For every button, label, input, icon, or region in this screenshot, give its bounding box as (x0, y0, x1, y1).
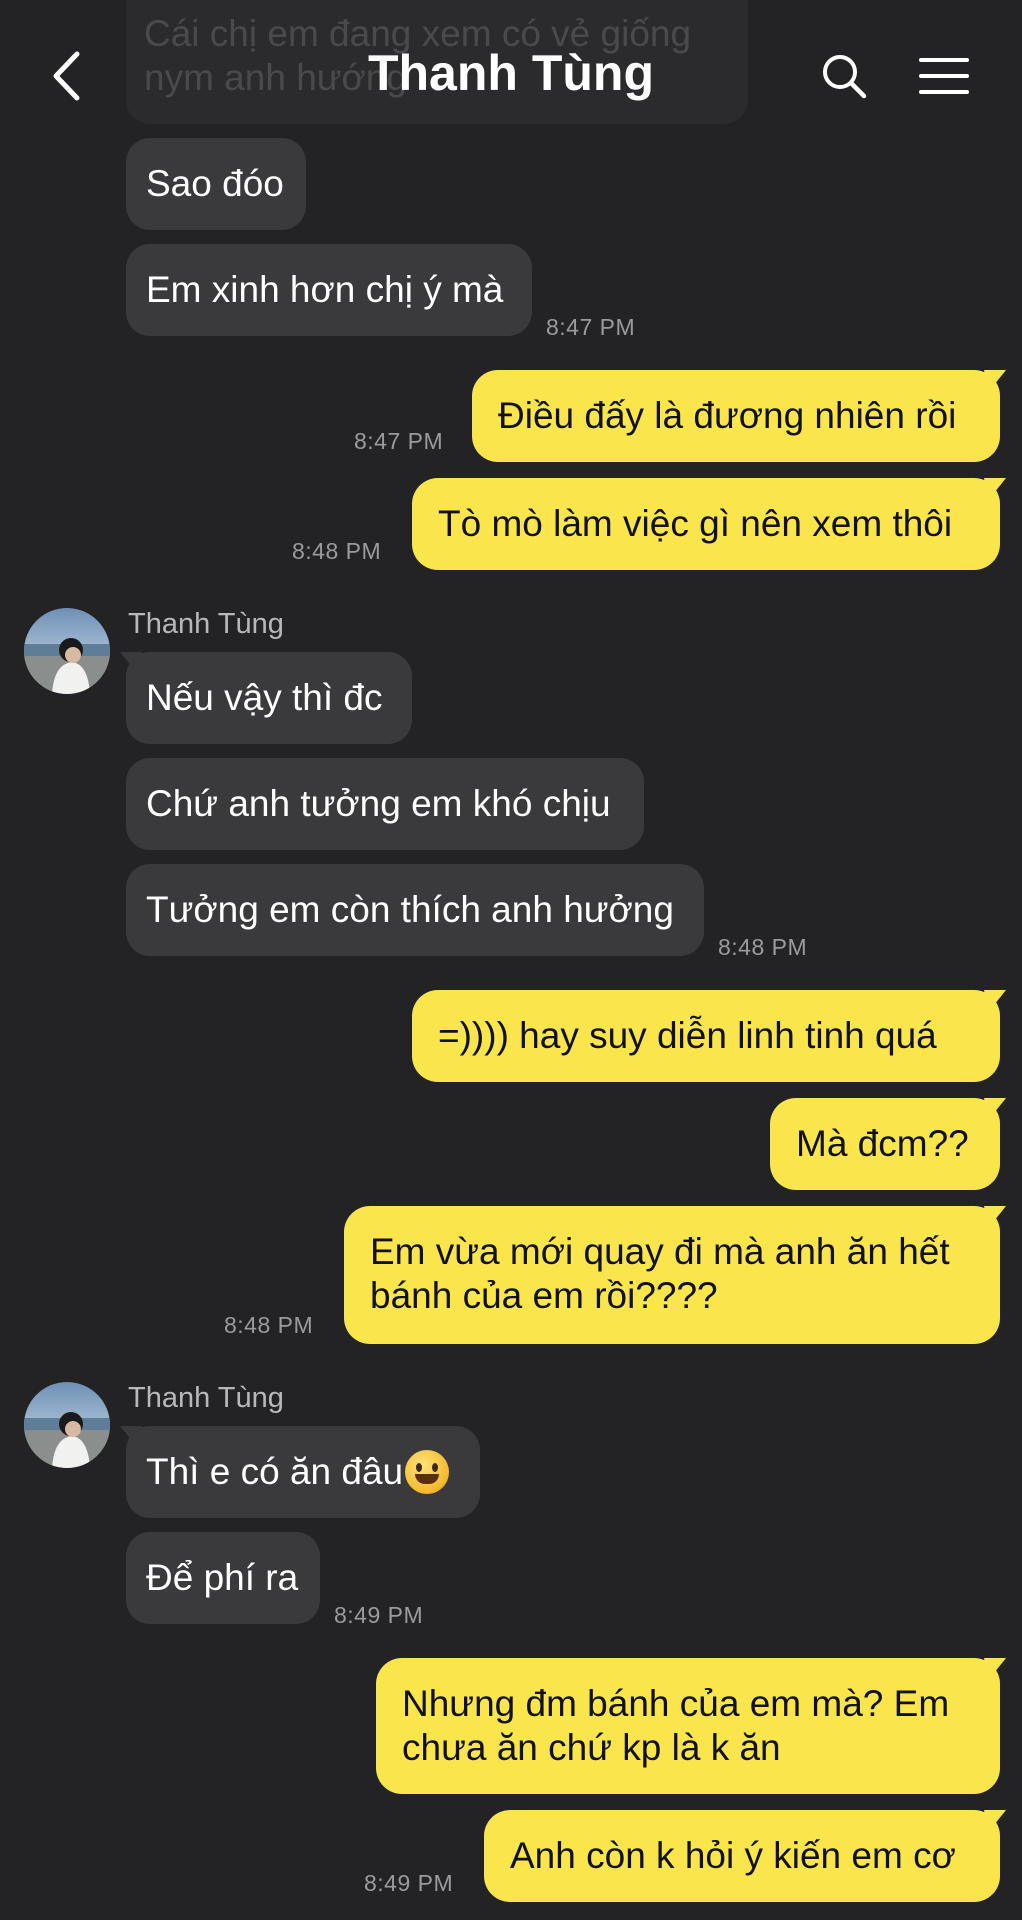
search-icon (823, 55, 867, 99)
message-text: Chứ anh tưởng em khó chịu (146, 783, 611, 824)
search-button[interactable] (816, 48, 872, 104)
message-bubble-incoming[interactable]: Chứ anh tưởng em khó chịu (126, 758, 644, 850)
message-timestamp: 8:47 PM (354, 428, 444, 454)
message-bubble-incoming[interactable]: Sao đóo (126, 138, 306, 230)
message-text: Sao đóo (146, 163, 284, 204)
message-bubble-incoming[interactable]: Thì e có ăn đâu (126, 1426, 480, 1518)
message-text: Mà đcm?? (796, 1123, 969, 1164)
avatar[interactable] (24, 1382, 110, 1468)
sender-name: Thanh Tùng (128, 1382, 284, 1414)
message-bubble-incoming[interactable]: Tưởng em còn thích anh hưởng (126, 864, 704, 956)
message-text: Để phí ra (146, 1557, 299, 1598)
message-timestamp: 8:49 PM (364, 1870, 454, 1896)
message-timestamp: 8:48 PM (292, 538, 382, 564)
message-text: =)))) hay suy diễn linh tinh quá (438, 1015, 937, 1056)
message-bubble-outgoing[interactable]: Em vừa mới quay đi mà anh ăn hết bánh củ… (344, 1206, 1000, 1344)
menu-icon (919, 58, 969, 94)
grinning-face-emoji (405, 1450, 450, 1494)
message-text: Em xinh hơn chị ý mà (146, 269, 504, 310)
message-bubble-incoming[interactable]: Để phí ra (126, 1532, 320, 1624)
message-text: Nếu vậy thì đc (146, 677, 383, 718)
message-timestamp: 8:47 PM (546, 314, 636, 340)
message-text: Tưởng em còn thích anh hưởng (146, 889, 674, 930)
message-bubble-outgoing[interactable]: Mà đcm?? (770, 1098, 1000, 1190)
message-text: Em vừa mới quay đi mà anh ăn hết bánh củ… (370, 1231, 950, 1316)
message-bubble-outgoing[interactable]: =)))) hay suy diễn linh tinh quá (412, 990, 1000, 1082)
message-bubble-outgoing[interactable]: Tò mò làm việc gì nên xem thôi (412, 478, 1000, 570)
message-text: Tò mò làm việc gì nên xem thôi (438, 503, 953, 544)
message-text: Điều đấy là đương nhiên rồi (498, 395, 957, 436)
message-text: Thì e có ăn đâu (146, 1451, 404, 1492)
message-bubble-outgoing[interactable]: Anh còn k hỏi ý kiến em cơ (484, 1810, 1000, 1902)
message-bubble-outgoing[interactable]: Nhưng đm bánh của em mà? Em chưa ăn chứ … (376, 1658, 1000, 1794)
message-timestamp: 8:49 PM (334, 1602, 424, 1628)
message-timestamp: 8:48 PM (224, 1312, 314, 1338)
message-timestamp: 8:48 PM (718, 934, 808, 960)
message-text: Nhưng đm bánh của em mà? Em chưa ăn chứ … (402, 1683, 950, 1768)
message-bubble-incoming[interactable]: Em xinh hơn chị ý mà (126, 244, 532, 336)
message-text: Anh còn k hỏi ý kiến em cơ (510, 1835, 956, 1876)
sender-name: Thanh Tùng (128, 608, 284, 640)
message-bubble-outgoing[interactable]: Điều đấy là đương nhiên rồi (472, 370, 1000, 462)
avatar[interactable] (24, 608, 110, 694)
message-bubble-incoming[interactable]: Nếu vậy thì đc (126, 652, 412, 744)
menu-button[interactable] (914, 50, 974, 102)
